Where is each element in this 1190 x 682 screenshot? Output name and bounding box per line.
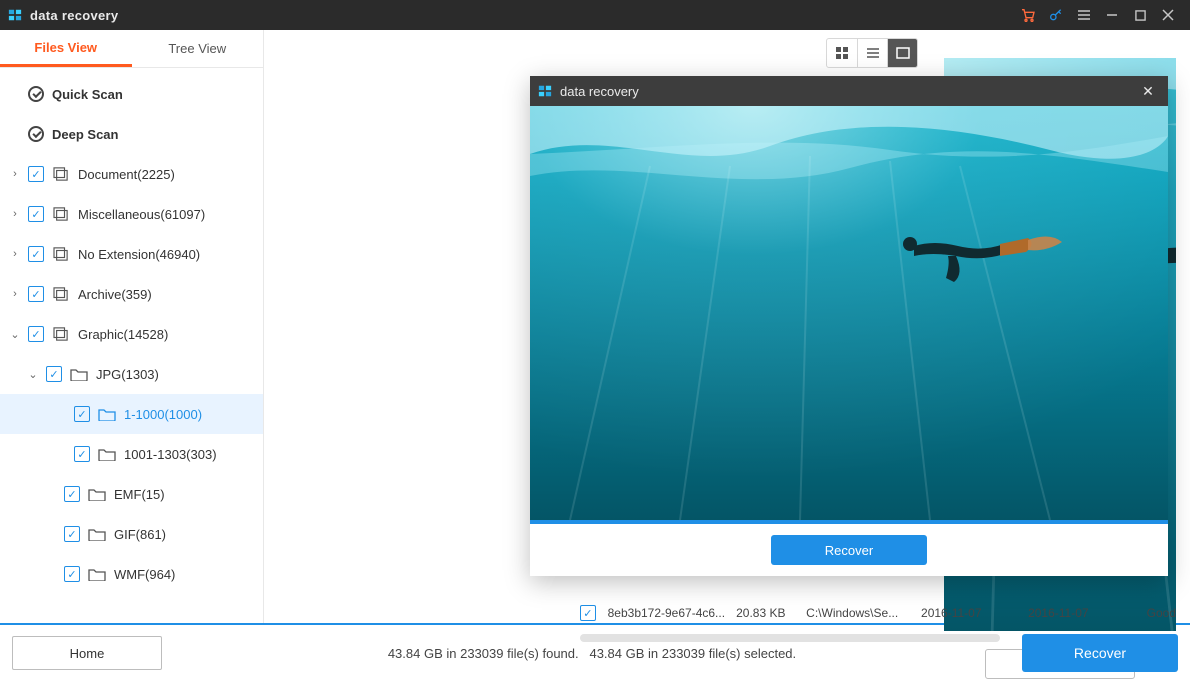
quick-scan-node[interactable]: Quick Scan bbox=[0, 74, 263, 114]
minimize-button[interactable] bbox=[1098, 0, 1126, 30]
folder-icon bbox=[98, 445, 116, 463]
chevron-right-icon[interactable]: › bbox=[10, 248, 20, 260]
recover-button[interactable]: Recover bbox=[1022, 634, 1178, 672]
chevron-right-icon[interactable]: › bbox=[10, 208, 20, 220]
view-list-icon[interactable] bbox=[857, 39, 887, 67]
cell-name: 8eb3b172-9e67-4c6... bbox=[608, 606, 736, 620]
tree-node-document[interactable]: › ✓ Document(2225) bbox=[0, 154, 263, 194]
checkbox[interactable]: ✓ bbox=[74, 406, 90, 422]
checkbox[interactable]: ✓ bbox=[580, 605, 596, 621]
checkbox[interactable]: ✓ bbox=[28, 166, 44, 182]
tree-label: 1001-1303(303) bbox=[124, 447, 217, 462]
menu-icon[interactable] bbox=[1070, 0, 1098, 30]
close-button[interactable] bbox=[1154, 0, 1182, 30]
tree-label: Document(2225) bbox=[78, 167, 175, 182]
tree-label: WMF(964) bbox=[114, 567, 175, 582]
category-icon bbox=[52, 325, 70, 343]
checkbox[interactable]: ✓ bbox=[28, 286, 44, 302]
check-circle-icon bbox=[28, 86, 44, 102]
status-selected: 43.84 GB in 233039 file(s) selected. bbox=[589, 646, 796, 661]
app-logo-icon bbox=[8, 8, 22, 22]
folder-icon bbox=[88, 565, 106, 583]
deep-scan-node[interactable]: Deep Scan bbox=[0, 114, 263, 154]
checkbox[interactable]: ✓ bbox=[64, 526, 80, 542]
dialog-titlebar: data recovery ✕ bbox=[530, 76, 1168, 106]
checkbox[interactable]: ✓ bbox=[74, 446, 90, 462]
window-titlebar: data recovery bbox=[0, 0, 1190, 30]
tree-node-archive[interactable]: › ✓ Archive(359) bbox=[0, 274, 263, 314]
check-circle-icon bbox=[28, 126, 44, 142]
view-tabs: Files View Tree View bbox=[0, 30, 263, 68]
checkbox[interactable]: ✓ bbox=[28, 246, 44, 262]
view-grid-icon[interactable] bbox=[827, 39, 857, 67]
status-found: 43.84 GB in 233039 file(s) found. bbox=[388, 646, 579, 661]
dialog-footer: Recover bbox=[530, 524, 1168, 576]
category-icon bbox=[52, 245, 70, 263]
folder-icon bbox=[88, 485, 106, 503]
tree-node-jpg-range-2[interactable]: ›✓1001-1303(303) bbox=[0, 434, 263, 474]
checkbox[interactable]: ✓ bbox=[64, 486, 80, 502]
view-mode-switch bbox=[826, 38, 918, 68]
tree-label: Miscellaneous(61097) bbox=[78, 207, 205, 222]
tree-node-jpg[interactable]: ⌄ ✓ JPG(1303) bbox=[0, 354, 263, 394]
chevron-right-icon[interactable]: › bbox=[10, 168, 20, 180]
tree-node-graphic[interactable]: ⌄ ✓ Graphic(14528) bbox=[0, 314, 263, 354]
checkbox[interactable]: ✓ bbox=[46, 366, 62, 382]
tree-node-jpg-range-1[interactable]: ›✓1-1000(1000) bbox=[0, 394, 263, 434]
dialog-title: data recovery bbox=[560, 84, 639, 99]
tab-files-view[interactable]: Files View bbox=[0, 30, 132, 67]
table-row[interactable]: ✓ 8eb3b172-9e67-4c6... 20.83 KB C:\Windo… bbox=[580, 598, 1176, 628]
tree-label: 1-1000(1000) bbox=[124, 407, 202, 422]
category-icon bbox=[52, 165, 70, 183]
tree-node-miscellaneous[interactable]: › ✓ Miscellaneous(61097) bbox=[0, 194, 263, 234]
chevron-down-icon[interactable]: ⌄ bbox=[28, 368, 38, 381]
key-icon[interactable] bbox=[1042, 0, 1070, 30]
app-logo-icon bbox=[538, 84, 552, 98]
checkbox[interactable]: ✓ bbox=[28, 206, 44, 222]
folder-icon bbox=[88, 525, 106, 543]
checkbox[interactable]: ✓ bbox=[64, 566, 80, 582]
dialog-recover-button[interactable]: Recover bbox=[771, 535, 927, 565]
folder-icon bbox=[98, 405, 116, 423]
tree-label: Archive(359) bbox=[78, 287, 152, 302]
content-area: ✓ 8eb3b172-9e67-4c6... 20.83 KB C:\Windo… bbox=[264, 30, 930, 623]
close-icon[interactable]: ✕ bbox=[1136, 83, 1160, 100]
status-message: 43.84 GB in 233039 file(s) found. 43.84 … bbox=[162, 646, 1022, 661]
tree-node-emf[interactable]: ›✓EMF(15) bbox=[0, 474, 263, 514]
app-title: data recovery bbox=[30, 8, 118, 23]
chevron-right-icon[interactable]: › bbox=[10, 288, 20, 300]
file-tree: Quick Scan Deep Scan › ✓ Document(2225) › ✓… bbox=[0, 68, 263, 623]
tree-label: GIF(861) bbox=[114, 527, 166, 542]
folder-icon bbox=[70, 365, 88, 383]
preview-dialog: data recovery ✕ Recover bbox=[530, 76, 1168, 576]
tree-label: EMF(15) bbox=[114, 487, 165, 502]
category-icon bbox=[52, 205, 70, 223]
cart-icon[interactable] bbox=[1014, 0, 1042, 30]
tree-node-wmf[interactable]: ›✓WMF(964) bbox=[0, 554, 263, 594]
tree-label: No Extension(46940) bbox=[78, 247, 200, 262]
category-icon bbox=[52, 285, 70, 303]
horizontal-scrollbar[interactable] bbox=[580, 634, 1000, 642]
deep-scan-label: Deep Scan bbox=[52, 127, 118, 142]
tree-label: Graphic(14528) bbox=[78, 327, 168, 342]
cell-modified: 2016-11-07 bbox=[1028, 606, 1135, 620]
cell-path: C:\Windows\Se... bbox=[806, 606, 921, 620]
tree-node-noextension[interactable]: › ✓ No Extension(46940) bbox=[0, 234, 263, 274]
quick-scan-label: Quick Scan bbox=[52, 87, 123, 102]
maximize-button[interactable] bbox=[1126, 0, 1154, 30]
sidebar: Files View Tree View Quick Scan Deep Sca… bbox=[0, 30, 264, 623]
tree-node-gif[interactable]: ›✓GIF(861) bbox=[0, 514, 263, 554]
cell-status: Good bbox=[1135, 606, 1176, 620]
cell-created: 2016-11-07 bbox=[921, 606, 1028, 620]
checkbox[interactable]: ✓ bbox=[28, 326, 44, 342]
tab-tree-view[interactable]: Tree View bbox=[132, 30, 264, 67]
cell-size: 20.83 KB bbox=[736, 606, 806, 620]
chevron-down-icon[interactable]: ⌄ bbox=[10, 328, 20, 341]
tree-label: JPG(1303) bbox=[96, 367, 159, 382]
view-detail-icon[interactable] bbox=[887, 39, 917, 67]
preview-image bbox=[530, 106, 1168, 520]
home-button[interactable]: Home bbox=[12, 636, 162, 670]
